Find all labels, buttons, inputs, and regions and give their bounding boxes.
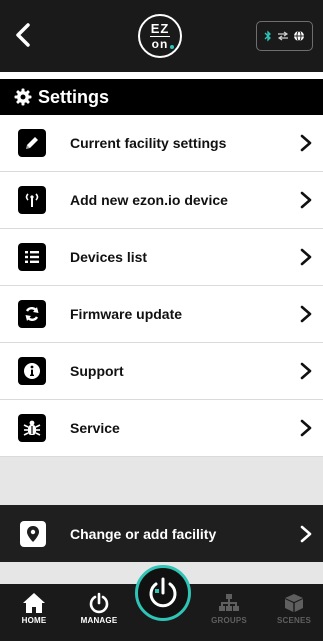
bluetooth-icon — [264, 30, 272, 42]
logo-bottom-label: on — [151, 37, 169, 52]
chevron-right-icon — [300, 248, 312, 266]
location-pin-icon — [20, 520, 46, 547]
menu-item-support[interactable]: Support — [0, 343, 323, 400]
logo-bottom-text: on — [151, 37, 175, 52]
gear-icon — [14, 88, 32, 106]
info-icon — [18, 357, 46, 385]
pencil-icon — [18, 129, 46, 157]
chevron-left-icon — [16, 23, 30, 47]
nav-label: GROUPS — [211, 616, 247, 625]
spacer-area — [0, 457, 323, 505]
change-facility-label: Change or add facility — [70, 525, 217, 542]
nav-label: SCENES — [276, 616, 312, 625]
change-facility-button[interactable]: Change or add facility — [0, 505, 323, 562]
chevron-right-icon — [300, 419, 312, 437]
nav-label: MANAGE — [80, 616, 118, 625]
logo-dot — [170, 45, 175, 50]
settings-header: Settings — [0, 79, 323, 115]
power-icon — [89, 592, 109, 614]
logo-top-text: EZ — [150, 20, 170, 36]
connection-status[interactable] — [256, 21, 313, 51]
ezon-power-button[interactable] — [135, 565, 191, 621]
transfer-arrows-icon — [277, 31, 288, 41]
nav-item-home[interactable]: HOME — [9, 592, 59, 636]
page-title: Settings — [38, 86, 110, 107]
globe-icon — [293, 30, 304, 42]
menu-item-label: Support — [70, 363, 124, 379]
chevron-right-icon — [300, 191, 312, 209]
ezon-logo[interactable]: EZ on — [138, 14, 182, 58]
menu-item-current-facility[interactable]: Current facility settings — [0, 115, 323, 172]
menu-item-label: Service — [70, 420, 120, 436]
menu-item-add-device[interactable]: Add new ezon.io device — [0, 172, 323, 229]
menu-item-label: Firmware update — [70, 306, 183, 322]
menu-item-firmware-update[interactable]: Firmware update — [0, 286, 323, 343]
sitemap-icon — [219, 594, 239, 611]
menu-item-label: Devices list — [70, 249, 148, 265]
list-icon — [18, 243, 46, 271]
nav-item-manage[interactable]: MANAGE — [74, 592, 124, 636]
nav-label: HOME — [21, 616, 47, 625]
chevron-right-icon — [300, 362, 312, 380]
home-icon — [23, 593, 45, 613]
chevron-right-icon — [300, 134, 312, 152]
refresh-icon — [18, 300, 46, 328]
chevron-right-icon — [300, 525, 312, 542]
chevron-right-icon — [300, 305, 312, 323]
nav-item-groups[interactable]: GROUPS — [204, 592, 254, 636]
menu-item-label: Current facility settings — [70, 135, 227, 151]
settings-menu: Current facility settings Add new ezon.i… — [0, 115, 323, 457]
cube-icon — [285, 594, 303, 612]
antenna-icon — [18, 186, 46, 214]
top-bar: EZ on — [0, 0, 323, 72]
menu-item-service[interactable]: Service — [0, 400, 323, 457]
back-button[interactable] — [8, 18, 38, 52]
nav-item-scenes[interactable]: SCENES — [269, 592, 319, 636]
menu-item-devices-list[interactable]: Devices list — [0, 229, 323, 286]
menu-item-label: Add new ezon.io device — [70, 192, 228, 208]
bug-icon — [18, 414, 46, 442]
ezon-power-icon — [149, 577, 177, 608]
